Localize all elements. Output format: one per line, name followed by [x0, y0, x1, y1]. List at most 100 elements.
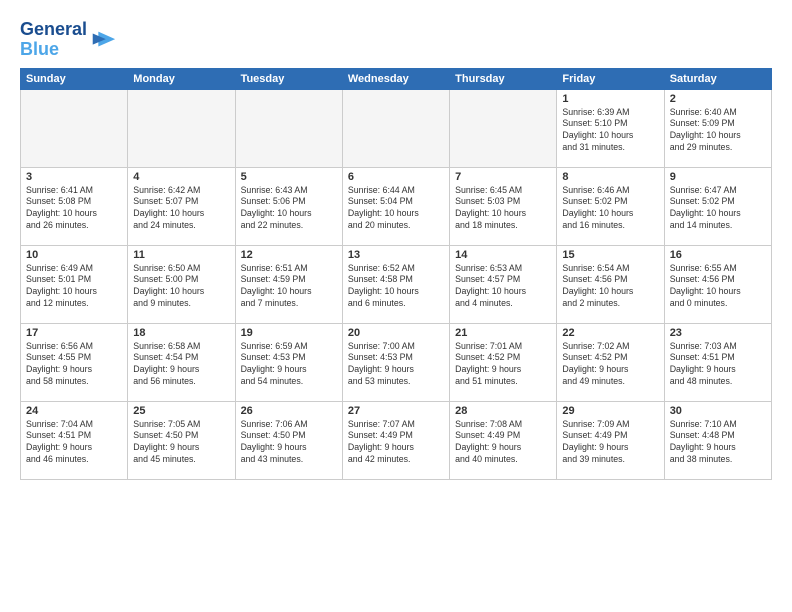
calendar-week-row: 1Sunrise: 6:39 AM Sunset: 5:10 PM Daylig… — [21, 89, 772, 167]
day-number: 2 — [670, 93, 766, 105]
day-info: Sunrise: 7:04 AM Sunset: 4:51 PM Dayligh… — [26, 419, 122, 467]
day-info: Sunrise: 6:58 AM Sunset: 4:54 PM Dayligh… — [133, 341, 229, 389]
day-info: Sunrise: 7:00 AM Sunset: 4:53 PM Dayligh… — [348, 341, 444, 389]
day-number: 29 — [562, 405, 658, 417]
calendar-day-cell: 19 Sunrise: 6:59 AM Sunset: 4:53 PM Dayli… — [235, 323, 342, 401]
calendar-day-cell: 14 Sunrise: 6:53 AM Sunset: 4:57 PM Dayli… — [450, 245, 557, 323]
day-info: Sunrise: 7:10 AM Sunset: 4:48 PM Dayligh… — [670, 419, 766, 467]
day-info: Sunrise: 6:56 AM Sunset: 4:55 PM Dayligh… — [26, 341, 122, 389]
day-info: Sunrise: 6:43 AM Sunset: 5:06 PM Dayligh… — [241, 185, 337, 233]
day-info: Sunrise: 7:05 AM Sunset: 4:50 PM Dayligh… — [133, 419, 229, 467]
calendar-day-cell: 9 Sunrise: 6:47 AM Sunset: 5:02 PM Daylig… — [664, 167, 771, 245]
day-number: 9 — [670, 171, 766, 183]
calendar-week-row: 17 Sunrise: 6:56 AM Sunset: 4:55 PM Dayli… — [21, 323, 772, 401]
day-number: 7 — [455, 171, 551, 183]
calendar-day-cell: 26Sunrise: 7:06 AM Sunset: 4:50 PM Dayli… — [235, 401, 342, 479]
calendar-day-cell: 2 Sunrise: 6:40 AM Sunset: 5:09 PM Daylig… — [664, 89, 771, 167]
calendar-day-cell: 5 Sunrise: 6:43 AM Sunset: 5:06 PM Daylig… — [235, 167, 342, 245]
day-of-week-header: Tuesday — [235, 68, 342, 89]
day-info: Sunrise: 7:03 AM Sunset: 4:51 PM Dayligh… — [670, 341, 766, 389]
day-number: 24 — [26, 405, 122, 417]
day-number: 14 — [455, 249, 551, 261]
day-info: Sunrise: 6:54 AM Sunset: 4:56 PM Dayligh… — [562, 263, 658, 311]
day-info: Sunrise: 6:46 AM Sunset: 5:02 PM Dayligh… — [562, 185, 658, 233]
day-info: Sunrise: 6:51 AM Sunset: 4:59 PM Dayligh… — [241, 263, 337, 311]
page: GeneralBlue SundayMondayTuesdayWednesday… — [0, 0, 792, 612]
calendar-day-cell: 4Sunrise: 6:42 AM Sunset: 5:07 PM Daylig… — [128, 167, 235, 245]
day-of-week-header: Thursday — [450, 68, 557, 89]
day-number: 13 — [348, 249, 444, 261]
calendar-week-row: 10 Sunrise: 6:49 AM Sunset: 5:01 PM Dayli… — [21, 245, 772, 323]
calendar-day-cell: 23 Sunrise: 7:03 AM Sunset: 4:51 PM Dayli… — [664, 323, 771, 401]
day-info: Sunrise: 6:55 AM Sunset: 4:56 PM Dayligh… — [670, 263, 766, 311]
day-number: 3 — [26, 171, 122, 183]
day-info: Sunrise: 6:53 AM Sunset: 4:57 PM Dayligh… — [455, 263, 551, 311]
calendar-week-row: 3Sunrise: 6:41 AM Sunset: 5:08 PM Daylig… — [21, 167, 772, 245]
day-of-week-header: Saturday — [664, 68, 771, 89]
day-number: 27 — [348, 405, 444, 417]
day-number: 4 — [133, 171, 229, 183]
calendar-day-cell: 29Sunrise: 7:09 AM Sunset: 4:49 PM Dayli… — [557, 401, 664, 479]
logo: GeneralBlue — [20, 20, 117, 60]
calendar-day-cell: 28 Sunrise: 7:08 AM Sunset: 4:49 PM Dayli… — [450, 401, 557, 479]
calendar-day-cell: 24 Sunrise: 7:04 AM Sunset: 4:51 PM Dayli… — [21, 401, 128, 479]
day-number: 5 — [241, 171, 337, 183]
day-number: 21 — [455, 327, 551, 339]
day-number: 15 — [562, 249, 658, 261]
day-info: Sunrise: 7:07 AM Sunset: 4:49 PM Dayligh… — [348, 419, 444, 467]
day-number: 19 — [241, 327, 337, 339]
header: GeneralBlue — [20, 16, 772, 60]
day-of-week-header: Friday — [557, 68, 664, 89]
calendar-day-cell: 6Sunrise: 6:44 AM Sunset: 5:04 PM Daylig… — [342, 167, 449, 245]
day-number: 16 — [670, 249, 766, 261]
logo-blue: Blue — [20, 39, 59, 59]
calendar-day-cell — [450, 89, 557, 167]
calendar-day-cell: 21 Sunrise: 7:01 AM Sunset: 4:52 PM Dayli… — [450, 323, 557, 401]
day-info: Sunrise: 6:52 AM Sunset: 4:58 PM Dayligh… — [348, 263, 444, 311]
day-number: 25 — [133, 405, 229, 417]
calendar-day-cell: 1Sunrise: 6:39 AM Sunset: 5:10 PM Daylig… — [557, 89, 664, 167]
calendar-day-cell — [21, 89, 128, 167]
day-of-week-header: Wednesday — [342, 68, 449, 89]
calendar-day-cell — [235, 89, 342, 167]
day-of-week-header: Sunday — [21, 68, 128, 89]
calendar-day-cell: 18 Sunrise: 6:58 AM Sunset: 4:54 PM Dayli… — [128, 323, 235, 401]
day-number: 12 — [241, 249, 337, 261]
day-info: Sunrise: 6:47 AM Sunset: 5:02 PM Dayligh… — [670, 185, 766, 233]
calendar-day-cell: 20 Sunrise: 7:00 AM Sunset: 4:53 PM Dayli… — [342, 323, 449, 401]
calendar-day-cell: 25 Sunrise: 7:05 AM Sunset: 4:50 PM Dayli… — [128, 401, 235, 479]
calendar-day-cell: 7 Sunrise: 6:45 AM Sunset: 5:03 PM Daylig… — [450, 167, 557, 245]
logo-text: GeneralBlue — [20, 20, 87, 60]
day-info: Sunrise: 6:40 AM Sunset: 5:09 PM Dayligh… — [670, 107, 766, 155]
logo-icon — [89, 26, 117, 54]
calendar-day-cell: 16 Sunrise: 6:55 AM Sunset: 4:56 PM Dayli… — [664, 245, 771, 323]
calendar-day-cell: 10 Sunrise: 6:49 AM Sunset: 5:01 PM Dayli… — [21, 245, 128, 323]
calendar-day-cell — [128, 89, 235, 167]
day-number: 17 — [26, 327, 122, 339]
day-info: Sunrise: 7:02 AM Sunset: 4:52 PM Dayligh… — [562, 341, 658, 389]
day-number: 11 — [133, 249, 229, 261]
calendar-day-cell: 12 Sunrise: 6:51 AM Sunset: 4:59 PM Dayli… — [235, 245, 342, 323]
day-number: 8 — [562, 171, 658, 183]
day-number: 28 — [455, 405, 551, 417]
day-info: Sunrise: 6:49 AM Sunset: 5:01 PM Dayligh… — [26, 263, 122, 311]
day-info: Sunrise: 6:59 AM Sunset: 4:53 PM Dayligh… — [241, 341, 337, 389]
calendar-day-cell: 13 Sunrise: 6:52 AM Sunset: 4:58 PM Dayli… — [342, 245, 449, 323]
calendar-day-cell: 11Sunrise: 6:50 AM Sunset: 5:00 PM Dayli… — [128, 245, 235, 323]
day-info: Sunrise: 7:06 AM Sunset: 4:50 PM Dayligh… — [241, 419, 337, 467]
day-of-week-header: Monday — [128, 68, 235, 89]
calendar-day-cell: 8 Sunrise: 6:46 AM Sunset: 5:02 PM Daylig… — [557, 167, 664, 245]
day-number: 20 — [348, 327, 444, 339]
day-number: 22 — [562, 327, 658, 339]
calendar-day-cell: 27 Sunrise: 7:07 AM Sunset: 4:49 PM Dayli… — [342, 401, 449, 479]
day-info: Sunrise: 7:08 AM Sunset: 4:49 PM Dayligh… — [455, 419, 551, 467]
day-info: Sunrise: 6:44 AM Sunset: 5:04 PM Dayligh… — [348, 185, 444, 233]
day-info: Sunrise: 6:45 AM Sunset: 5:03 PM Dayligh… — [455, 185, 551, 233]
day-number: 23 — [670, 327, 766, 339]
day-number: 10 — [26, 249, 122, 261]
day-number: 18 — [133, 327, 229, 339]
day-info: Sunrise: 7:01 AM Sunset: 4:52 PM Dayligh… — [455, 341, 551, 389]
calendar-day-cell: 3Sunrise: 6:41 AM Sunset: 5:08 PM Daylig… — [21, 167, 128, 245]
calendar-week-row: 24 Sunrise: 7:04 AM Sunset: 4:51 PM Dayli… — [21, 401, 772, 479]
day-number: 1 — [562, 93, 658, 105]
